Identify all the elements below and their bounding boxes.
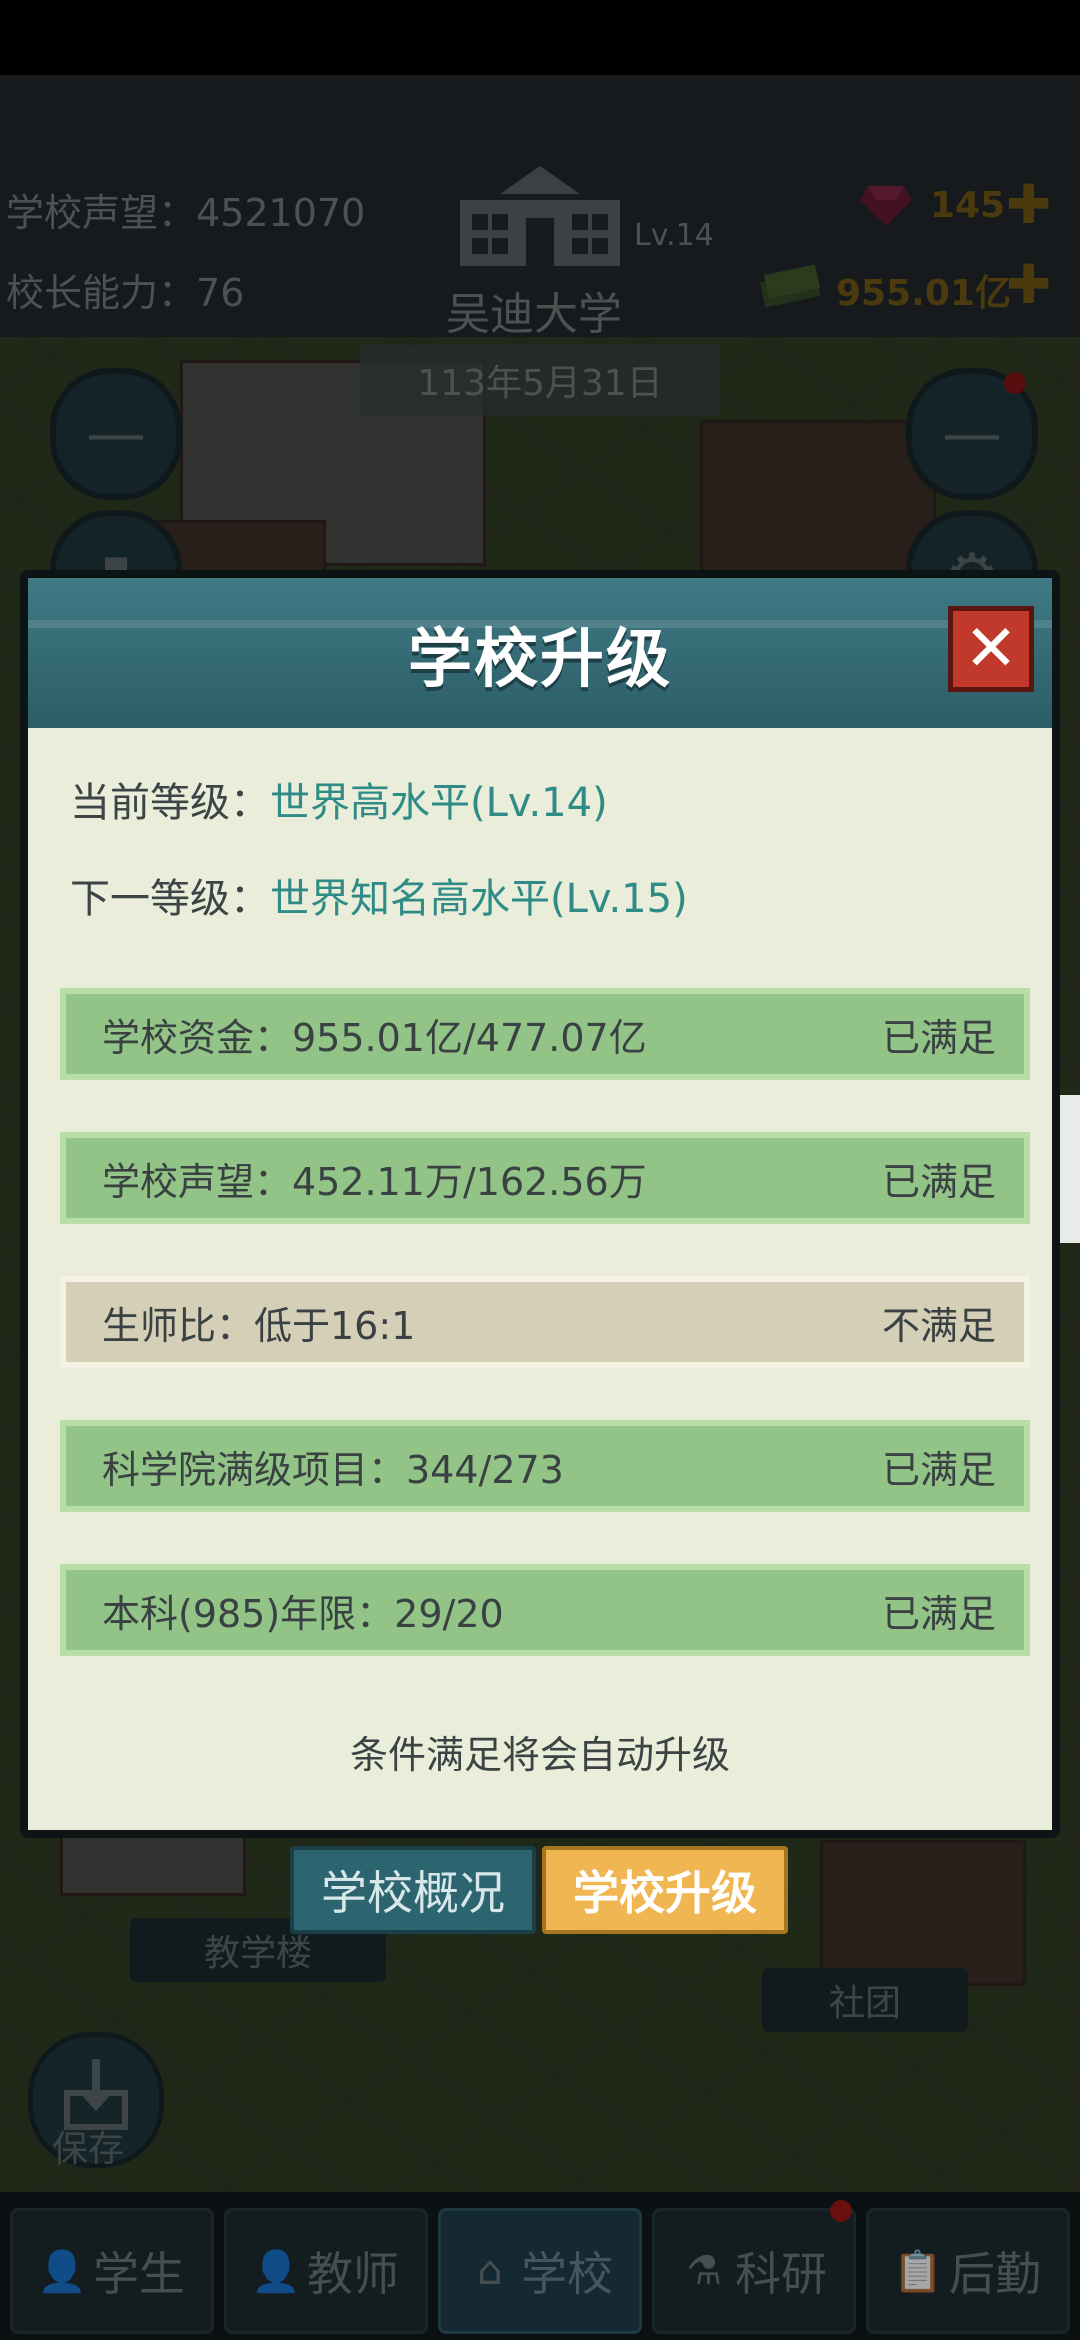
- requirement-label: 本科(985)年限：29/20: [102, 1591, 504, 1636]
- next-level-row: 下一等级：世界知名高水平(Lv.15): [70, 866, 688, 924]
- requirement-label: 学校资金：955.01亿/477.07亿: [102, 1015, 647, 1060]
- auto-upgrade-note: 条件满足将会自动升级: [349, 1733, 730, 1777]
- requirement-label: 学校声望：452.11万/162.56万: [102, 1159, 647, 1204]
- requirement-label: 科学院满级项目：344/273: [102, 1447, 564, 1492]
- requirement-student-teacher-ratio: 生师比：低于16:1 不满足: [60, 1276, 1030, 1368]
- modal-header: 学校升级 ✕: [28, 578, 1052, 728]
- close-button[interactable]: ✕: [948, 606, 1034, 692]
- requirement-reputation: 学校声望：452.11万/162.56万 已满足: [60, 1132, 1030, 1224]
- nav-dim: [0, 2192, 1080, 2340]
- current-level-value: 世界高水平(Lv.14): [270, 780, 608, 826]
- requirement-status: 已满足: [881, 1447, 996, 1492]
- close-icon: ✕: [964, 612, 1018, 686]
- status-bar: [0, 0, 1080, 75]
- tab-school-upgrade[interactable]: 学校升级: [542, 1846, 788, 1934]
- requirement-academy-projects: 科学院满级项目：344/273 已满足: [60, 1420, 1030, 1512]
- next-level-value: 世界知名高水平(Lv.15): [270, 876, 688, 922]
- requirement-status: 不满足: [881, 1303, 996, 1348]
- current-level-label: 当前等级：: [70, 780, 270, 826]
- upgrade-modal: 学校升级 ✕ 当前等级：世界高水平(Lv.14) 下一等级：世界知名高水平(Lv…: [20, 570, 1060, 1838]
- next-level-label: 下一等级：: [70, 876, 270, 922]
- modal-title: 学校升级: [408, 623, 672, 697]
- requirement-status: 已满足: [881, 1015, 996, 1060]
- requirement-undergrad-years: 本科(985)年限：29/20 已满足: [60, 1564, 1030, 1656]
- requirement-funds: 学校资金：955.01亿/477.07亿 已满足: [60, 988, 1030, 1080]
- requirement-status: 已满足: [881, 1159, 996, 1204]
- requirement-label: 生师比：低于16:1: [102, 1303, 416, 1348]
- tab-school-overview[interactable]: 学校概况: [290, 1846, 536, 1934]
- current-level-row: 当前等级：世界高水平(Lv.14): [70, 770, 608, 828]
- requirement-status: 已满足: [881, 1591, 996, 1636]
